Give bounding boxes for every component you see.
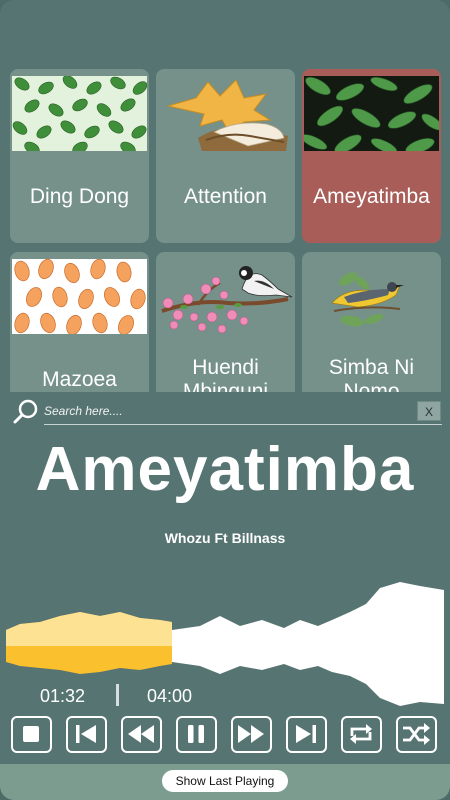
repeat-button[interactable] (341, 716, 382, 753)
stop-icon (23, 726, 39, 742)
waveform-remaining (172, 582, 444, 706)
song-card-title: Simba Ni Nomo (328, 356, 415, 392)
search-icon[interactable] (12, 398, 40, 424)
song-card-huendi-mbinguni[interactable]: Huendi Mbinguni (156, 252, 295, 392)
time-separator (116, 684, 119, 706)
dark-leaves-art (304, 76, 439, 151)
shuffle-icon (403, 723, 430, 745)
yellow-bird-art (331, 272, 404, 327)
search-underline (44, 424, 442, 425)
search-bar: X (8, 396, 442, 426)
stop-button[interactable] (11, 716, 52, 753)
show-last-playing-button[interactable]: Show Last Playing (162, 770, 288, 792)
song-card-attention[interactable]: Attention (156, 69, 295, 243)
autumn-leaf-book-art (167, 79, 288, 151)
search-input[interactable] (44, 400, 344, 422)
skip-next-button[interactable] (286, 716, 327, 753)
now-playing-title: Ameyatimba (35, 435, 415, 504)
shuffle-button[interactable] (396, 716, 437, 753)
music-player-screen: Ding Dong Attention Ameyatimba Mazoea Hu… (0, 0, 450, 800)
song-card-mazoea[interactable]: Mazoea (10, 252, 149, 392)
clear-search-button[interactable]: X (417, 401, 441, 421)
total-time: 04:00 (147, 686, 193, 706)
song-card-title: Mazoea (42, 368, 117, 391)
skip-previous-icon (76, 725, 96, 743)
current-time: 01:32 (40, 686, 86, 706)
playback-controls (0, 716, 450, 756)
rewind-icon (128, 725, 154, 743)
bottom-bar: Show Last Playing (0, 764, 450, 800)
pause-icon (188, 725, 204, 743)
now-playing-artist: Whozu Ft Billnass (164, 530, 286, 546)
fast-forward-button[interactable] (231, 716, 272, 753)
rewind-button[interactable] (121, 716, 162, 753)
song-card-title: Ding Dong (29, 185, 130, 208)
song-card-title: Huendi Mbinguni (182, 356, 269, 392)
pause-button[interactable] (176, 716, 217, 753)
song-card-ameyatimba[interactable]: Ameyatimba (302, 69, 441, 243)
song-card-title: Attention (184, 185, 267, 208)
skip-previous-button[interactable] (66, 716, 107, 753)
blossom-bird-art (161, 266, 293, 334)
song-grid[interactable]: Ding Dong Attention Ameyatimba Mazoea Hu… (0, 0, 450, 392)
green-leaves-art (12, 76, 147, 151)
fast-forward-icon (238, 725, 264, 743)
waveform-progress-highlight (6, 612, 172, 646)
song-card-ding-dong[interactable]: Ding Dong (10, 69, 149, 243)
song-card-title: Ameyatimba (313, 185, 430, 208)
repeat-icon (350, 724, 372, 744)
orange-leaves-art (12, 259, 147, 334)
song-card-simba-ni-nomo[interactable]: Simba Ni Nomo (302, 252, 441, 392)
skip-next-icon (296, 725, 316, 743)
